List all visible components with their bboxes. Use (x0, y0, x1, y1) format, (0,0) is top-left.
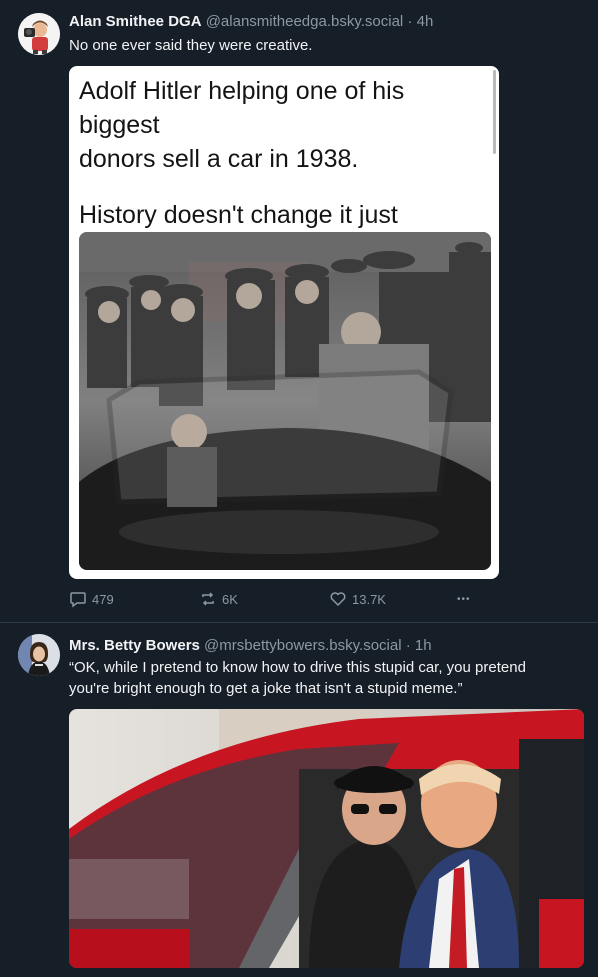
meme-caption-line: Adolf Hitler helping one of his biggest (79, 77, 405, 139)
avatar-portrait-icon (18, 634, 60, 676)
post-time[interactable]: 4h (417, 13, 434, 30)
post-actions: 479 6K 13.7K ••• (69, 588, 489, 610)
repost-button[interactable]: 6K (199, 588, 238, 610)
card-scrollbar[interactable] (493, 70, 496, 154)
separator: · (407, 13, 413, 30)
author-handle[interactable]: @alansmitheedga.bsky.social (206, 13, 404, 30)
more-options-button[interactable]: ••• (457, 588, 471, 610)
like-count: 13.7K (352, 591, 386, 607)
post-betty-bowers[interactable]: Mrs. Betty Bowers @mrsbettybowers.bsky.s… (0, 623, 598, 977)
avatar[interactable] (18, 13, 60, 55)
comment-bubble-icon (70, 592, 86, 608)
post-header: Mrs. Betty Bowers @mrsbettybowers.bsky.s… (69, 637, 432, 655)
heart-icon (330, 592, 346, 606)
reply-button[interactable]: 479 (69, 588, 114, 610)
historical-photo[interactable] (79, 232, 491, 570)
more-dots-icon: ••• (457, 593, 471, 605)
avatar-cartoon-icon (18, 13, 60, 55)
author-name[interactable]: Mrs. Betty Bowers (69, 637, 200, 654)
historical-photo-image (79, 232, 491, 570)
like-button[interactable]: 13.7K (329, 588, 386, 610)
post-header: Alan Smithee DGA @alansmitheedga.bsky.so… (69, 13, 433, 31)
post-text: “OK, while I pretend to know how to driv… (69, 659, 526, 697)
repost-count: 6K (222, 591, 238, 607)
car-photo-image (69, 709, 584, 968)
post-time[interactable]: 1h (415, 637, 432, 654)
embedded-image-card[interactable]: Adolf Hitler helping one of his biggest … (69, 66, 499, 579)
author-handle[interactable]: @mrsbettybowers.bsky.social (204, 637, 402, 654)
author-name[interactable]: Alan Smithee DGA (69, 13, 202, 30)
car-photo[interactable] (69, 709, 584, 968)
reply-count: 479 (92, 591, 114, 607)
post-alan-smithee[interactable]: Alan Smithee DGA @alansmitheedga.bsky.so… (0, 0, 598, 623)
meme-caption-line: donors sell a car in 1938. (79, 145, 359, 173)
separator: · (405, 637, 411, 654)
avatar[interactable] (18, 634, 60, 676)
post-text: No one ever said they were creative. (69, 37, 313, 54)
repost-arrows-icon (202, 592, 214, 606)
